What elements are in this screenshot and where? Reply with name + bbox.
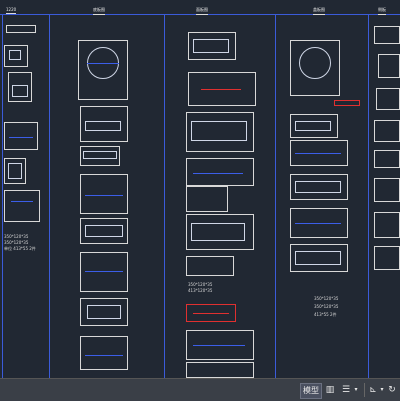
drawing-sheet[interactable]: [290, 208, 348, 238]
model-tab-button[interactable]: 模型: [300, 383, 322, 399]
drawing-sheet[interactable]: [186, 214, 254, 250]
column-title-text: 底板图: [93, 7, 105, 12]
frame-divider-5: [368, 14, 369, 378]
drawing-sheet[interactable]: [186, 256, 234, 276]
cad-model-space[interactable]: 1220 底板图 面板图 盖板图 侧板 350*120*35 350*120*3…: [0, 0, 400, 378]
drawing-sheet[interactable]: [186, 186, 228, 212]
part-outline: [87, 305, 121, 319]
drawing-sheet[interactable]: [290, 40, 340, 96]
status-bar: 模型 ▥ ☰ ▾ ⊾ ▾ ↻: [0, 378, 400, 401]
column-title-text: 1220: [6, 7, 17, 12]
part-outline: [191, 223, 245, 241]
status-separator: [364, 383, 365, 397]
frame-divider-1: [2, 14, 3, 378]
drawing-sheet[interactable]: [80, 298, 128, 326]
drawing-sheet[interactable]: [80, 106, 128, 142]
column-title-2: 底板图: [93, 7, 105, 15]
highlight-line: [193, 313, 229, 314]
column-title-1: 1220: [6, 7, 17, 14]
part-outline: [299, 47, 331, 79]
spec-note: 350*120*35: [4, 234, 29, 239]
drawing-sheet[interactable]: [376, 88, 400, 110]
drawing-sheet[interactable]: [374, 246, 400, 270]
chevron-down-icon[interactable]: ▾: [378, 383, 386, 397]
drawing-sheet-highlighted[interactable]: [334, 100, 360, 106]
drawing-sheet[interactable]: [80, 146, 120, 166]
column-title-text: 侧板: [378, 7, 386, 12]
drawing-sheet[interactable]: [378, 54, 400, 78]
spec-note: 413*55 2件: [314, 312, 337, 317]
drawing-sheet[interactable]: [290, 244, 348, 272]
drawing-sheet[interactable]: [374, 178, 400, 202]
dimension-line: [87, 63, 119, 64]
dimension-line: [193, 173, 243, 174]
drawing-sheet[interactable]: [290, 140, 348, 166]
drawing-sheet[interactable]: [4, 190, 40, 222]
highlight-line: [201, 89, 241, 90]
dimension-line: [85, 355, 123, 356]
part-outline: [83, 151, 117, 159]
spec-note: 单位 413*55 2件: [4, 246, 36, 251]
column-title-text: 盖板图: [313, 7, 325, 12]
drawing-sheet[interactable]: [78, 40, 128, 100]
drawing-sheet[interactable]: [4, 122, 38, 150]
part-outline: [295, 251, 341, 265]
drawing-sheet[interactable]: [374, 150, 400, 168]
spec-note: 350*120*35: [314, 296, 339, 301]
drawing-sheet-highlighted[interactable]: [186, 304, 236, 322]
part-outline: [8, 163, 22, 179]
drawing-sheet[interactable]: [186, 158, 254, 186]
part-outline: [85, 121, 121, 131]
frame-divider-3: [164, 14, 165, 378]
drawing-sheet[interactable]: [374, 212, 400, 238]
drawing-sheet[interactable]: [374, 120, 400, 142]
drawing-sheet[interactable]: [4, 158, 26, 184]
drawing-sheet[interactable]: [188, 72, 256, 106]
part-outline: [85, 225, 123, 237]
grid-icon[interactable]: ▥: [324, 383, 336, 397]
dimension-line: [295, 223, 341, 224]
part-outline: [295, 121, 331, 131]
dimension-line: [193, 345, 245, 346]
drawing-sheet[interactable]: [186, 112, 254, 152]
column-title-4: 盖板图: [313, 7, 325, 15]
drawing-sheet[interactable]: [290, 174, 348, 200]
drawing-sheet[interactable]: [80, 336, 128, 370]
drawing-sheet[interactable]: [374, 26, 400, 44]
drawing-sheet[interactable]: [6, 25, 36, 33]
frame-divider-4: [275, 14, 276, 378]
snap-icon[interactable]: ⊾: [368, 383, 378, 397]
column-title-5: 侧板: [378, 7, 386, 15]
hamburger-icon[interactable]: ☰: [340, 383, 352, 397]
drawing-sheet[interactable]: [80, 252, 128, 292]
part-outline: [295, 181, 341, 193]
orbit-icon[interactable]: ↻: [386, 383, 398, 397]
drawing-sheet[interactable]: [80, 174, 128, 214]
drawing-sheet[interactable]: [4, 45, 28, 67]
part-outline: [193, 39, 229, 53]
drawing-sheet[interactable]: [186, 330, 254, 360]
spec-note: 350*120*35: [314, 304, 339, 309]
spec-note: 413*120*35: [188, 288, 213, 293]
dimension-line: [9, 137, 33, 138]
frame-divider-2: [49, 14, 50, 378]
dimension-line: [85, 195, 123, 196]
dimension-line: [11, 201, 33, 202]
column-title-text: 面板图: [196, 7, 208, 12]
drawing-sheet[interactable]: [188, 32, 236, 60]
part-outline: [12, 85, 28, 97]
spec-note: 350*120*35: [188, 282, 213, 287]
spec-note: 350*120*35: [4, 240, 29, 245]
chevron-down-icon[interactable]: ▾: [352, 383, 360, 397]
dimension-line: [295, 153, 341, 154]
drawing-sheet[interactable]: [80, 218, 128, 244]
part-outline: [191, 121, 247, 141]
drawing-sheet[interactable]: [186, 362, 254, 378]
dimension-line: [85, 271, 123, 272]
drawing-sheet[interactable]: [290, 114, 338, 138]
column-title-3: 面板图: [196, 7, 208, 15]
drawing-sheet[interactable]: [8, 72, 32, 102]
part-outline: [9, 50, 21, 60]
